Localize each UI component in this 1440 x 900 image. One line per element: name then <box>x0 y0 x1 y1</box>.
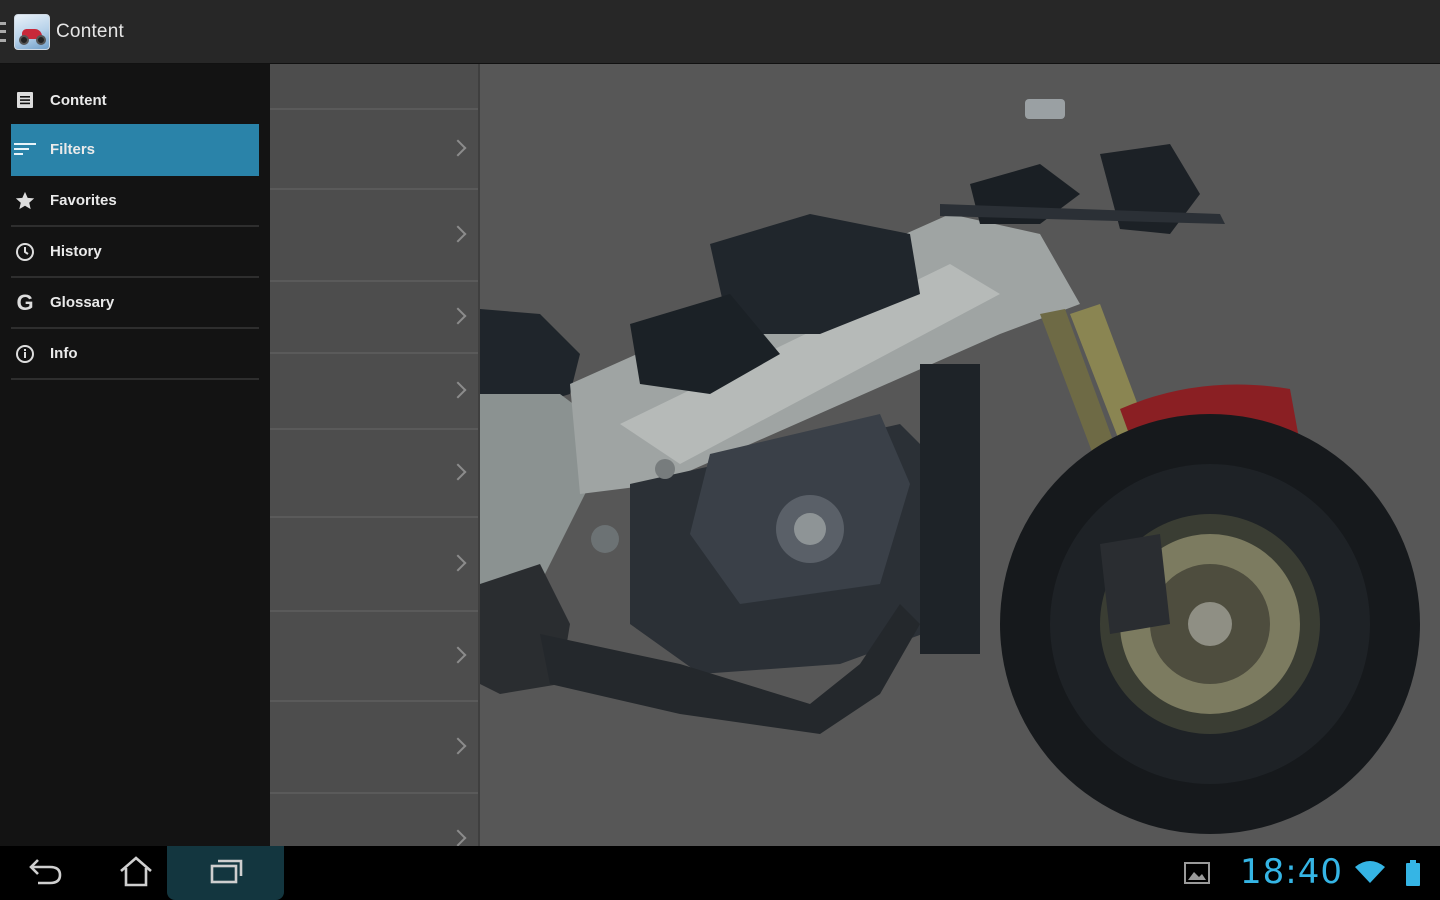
list-icon <box>14 89 36 111</box>
list-item[interactable] <box>270 612 478 702</box>
app-window: Content Content Filters Favorites Histor… <box>0 0 1440 900</box>
wifi-icon <box>1352 846 1388 900</box>
list-item[interactable] <box>270 282 478 354</box>
motorcycle-app-icon[interactable] <box>14 13 50 50</box>
status-clock: 18:40 <box>1240 852 1343 892</box>
system-navigation-bar: 18:40 <box>0 846 1440 900</box>
sidebar-item-label: Content <box>50 91 107 109</box>
star-icon <box>14 190 36 212</box>
sidebar-item-glossary[interactable]: G Glossary <box>11 278 259 329</box>
list-item[interactable] <box>270 110 478 190</box>
navigation-drawer: Content Filters Favorites History G Glos… <box>0 64 270 846</box>
sidebar-item-label: Filters <box>50 140 96 158</box>
list-item[interactable] <box>270 190 478 282</box>
sidebar-item-info[interactable]: Info <box>11 329 259 380</box>
chevron-right-icon <box>449 463 467 481</box>
back-button[interactable] <box>10 846 82 900</box>
actionbar-title: Content <box>56 20 124 42</box>
list-header <box>270 64 478 110</box>
sidebar-item-label: Favorites <box>50 192 117 209</box>
chevron-right-icon <box>449 646 467 664</box>
filter-icon <box>14 138 36 160</box>
home-button[interactable] <box>100 846 172 900</box>
info-icon <box>14 343 36 365</box>
sidebar-item-history[interactable]: History <box>11 227 259 278</box>
list-item[interactable] <box>270 518 478 612</box>
list-item[interactable] <box>270 794 478 846</box>
motorcycle-image <box>480 64 1440 846</box>
motorcycle-illustration <box>480 99 1420 834</box>
chevron-right-icon <box>449 225 467 243</box>
list-item[interactable] <box>270 430 478 518</box>
sidebar-item-label: Glossary <box>50 294 115 311</box>
list-item[interactable] <box>270 702 478 794</box>
recent-apps-icon <box>208 856 244 891</box>
sidebar-item-content[interactable]: Content <box>11 76 259 124</box>
list-item[interactable] <box>270 354 478 430</box>
drawer-indicator-icon[interactable] <box>0 21 6 42</box>
action-bar: Content <box>0 0 1440 64</box>
battery-icon <box>1396 846 1430 900</box>
sidebar-item-favorites[interactable]: Favorites <box>11 176 259 227</box>
sidebar-item-label: History <box>50 243 102 260</box>
gallery-notification-icon[interactable] <box>1180 846 1214 900</box>
sidebar-item-filters[interactable]: Filters <box>11 124 259 176</box>
chevron-right-icon <box>449 307 467 325</box>
glossary-g-icon: G <box>16 289 34 315</box>
clock-icon <box>14 241 36 263</box>
chevron-right-icon <box>449 139 467 157</box>
recent-apps-button[interactable] <box>167 846 284 900</box>
chevron-right-icon <box>449 554 467 572</box>
home-icon <box>118 855 154 892</box>
chevron-right-icon <box>449 829 467 846</box>
content-list <box>270 64 480 846</box>
sidebar-item-label: Info <box>50 345 78 362</box>
chevron-right-icon <box>449 737 467 755</box>
back-icon <box>28 856 64 891</box>
chevron-right-icon <box>449 381 467 399</box>
